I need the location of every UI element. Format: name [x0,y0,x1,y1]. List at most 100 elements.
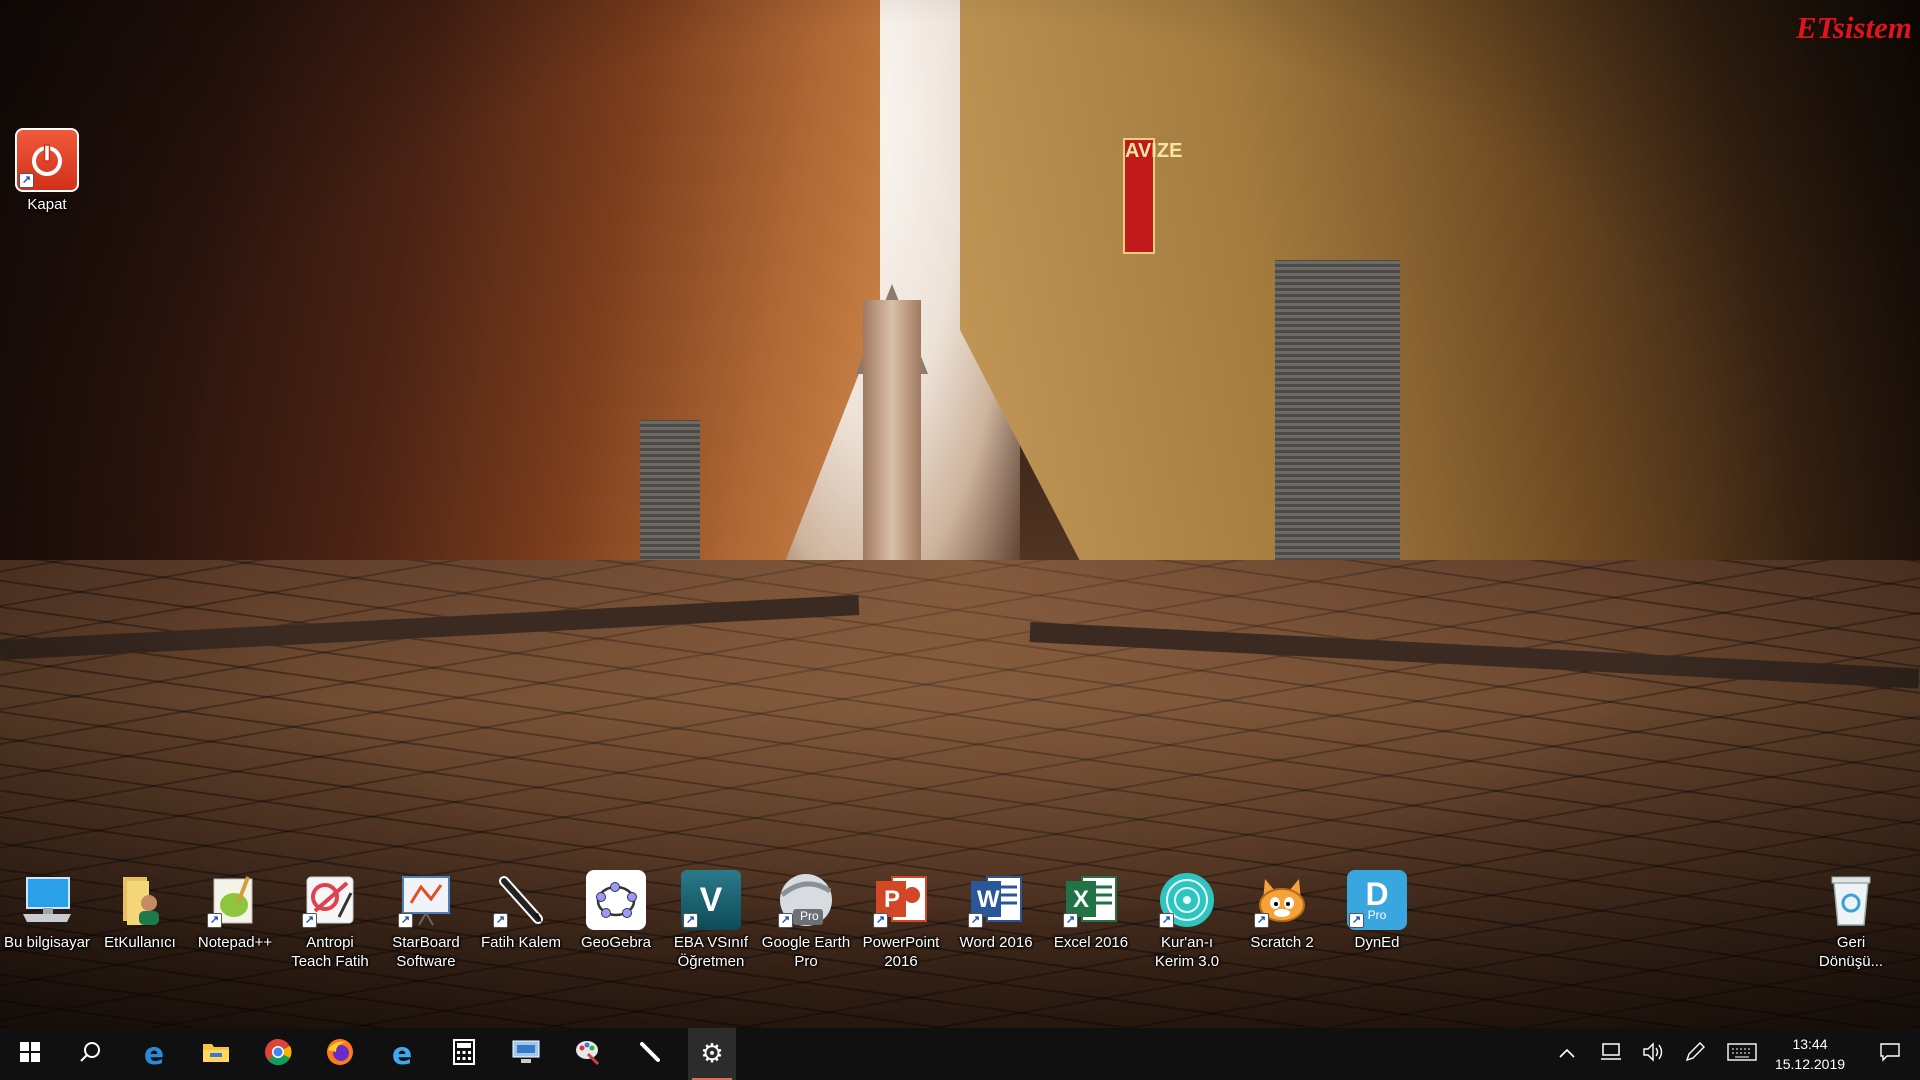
windows-logo-icon [20,1041,40,1067]
network-tray-button[interactable] [1594,1028,1628,1080]
desktop-icon-label: Excel 2016 [1053,934,1129,951]
desktop-icon-scratch[interactable]: ↗ Scratch 2 [1237,870,1327,952]
firefox-button[interactable] [316,1028,364,1080]
desktop-icon-etkullanici[interactable]: EtKullanıcı [95,870,185,952]
calculator-button[interactable] [440,1028,488,1080]
shortcut-arrow-icon: ↗ [873,913,888,928]
starboard-icon: ↗ [396,870,456,930]
remote-desktop-icon [511,1039,541,1070]
shortcut-arrow-icon: ↗ [207,913,222,928]
desktop-icon-bu-bilgisayar[interactable]: Bu bilgisayar [2,870,92,952]
desktop-icon-label: DynEd [1354,934,1400,951]
excel-icon: X ↗ [1061,870,1121,930]
network-icon [1600,1042,1622,1066]
scratch-cat-icon: ↗ [1252,870,1312,930]
shortcut-arrow-icon: ↗ [302,913,317,928]
wallpaper-galata-tower [863,300,921,570]
shortcut-arrow-icon: ↗ [493,913,508,928]
google-earth-pro-icon: Pro ↗ [776,870,836,930]
desktop-icon-dyned[interactable]: D Pro ↗ DynEd [1332,870,1422,952]
desktop-icon-starboard[interactable]: ↗ StarBoard Software [381,870,471,971]
remote-desktop-button[interactable] [502,1028,550,1080]
touch-keyboard-tray-button[interactable] [1722,1028,1762,1080]
settings-button[interactable]: ⚙ [688,1028,736,1080]
notification-icon [1879,1042,1901,1067]
calculator-icon [453,1038,475,1070]
paint-icon [574,1038,602,1071]
pen-button[interactable] [626,1028,674,1080]
shortcut-arrow-icon: ↗ [968,913,983,928]
desktop-icon-kuran[interactable]: ↗ Kur'an-ı Kerim 3.0 [1142,870,1232,971]
show-hidden-icons[interactable] [1552,1028,1582,1080]
desktop-icon-label: GeoGebra [580,934,652,951]
dyned-pro-icon: D Pro ↗ [1347,870,1407,930]
eba-vsinif-icon: V ↗ [681,870,741,930]
volume-tray-button[interactable] [1636,1028,1670,1080]
desktop-icon-label: Kapat [27,196,67,213]
desktop-icon-label: Geri Dönüşü... [1818,934,1884,970]
desktop-icon-powerpoint[interactable]: P ↗ PowerPoint 2016 [856,870,946,971]
word-icon: W ↗ [966,870,1026,930]
desktop-icon-geogebra[interactable]: GeoGebra [571,870,661,952]
shortcut-arrow-icon: ↗ [1063,913,1078,928]
shortcut-arrow-icon: ↗ [1254,913,1269,928]
ie-button[interactable]: e [378,1028,426,1080]
geogebra-icon [586,870,646,930]
speaker-icon [1642,1041,1664,1067]
start-button[interactable] [6,1028,54,1080]
brand-watermark: ETsistem [1796,10,1912,45]
shortcut-arrow-icon: ↗ [1349,913,1364,928]
desktop-icon-label: EBA VSınıf Öğretmen [673,934,749,970]
desktop-icon-word[interactable]: W ↗ Word 2016 [951,870,1041,952]
desktop-icon-label: Scratch 2 [1250,934,1314,951]
desktop-icon-label: StarBoard Software [392,934,460,970]
pen-icon [638,1040,662,1069]
pen-workspace-tray-button[interactable] [1678,1028,1712,1080]
desktop-icon-notepadpp[interactable]: ↗ Notepad++ [190,870,280,952]
desktop-icon-label: Kur'an-ı Kerim 3.0 [1154,934,1220,970]
search-icon [79,1041,101,1068]
folder-icon [202,1040,230,1069]
action-center-button[interactable] [1866,1028,1914,1080]
desktop-icon-label: EtKullanıcı [104,934,176,951]
powerpoint-icon: P ↗ [871,870,931,930]
clock-date: 15.12.2019 [1774,1056,1846,1072]
paint-button[interactable] [564,1028,612,1080]
taskbar: e e ⚙ 13:44 15.12.2019 [0,1028,1920,1080]
keyboard-icon [1727,1042,1757,1066]
desktop-icon-antropi[interactable]: ↗ Antropi Teach Fatih [285,870,375,971]
desktop-icon-label: PowerPoint 2016 [862,934,940,970]
gear-icon: ⚙ [700,1039,724,1069]
clock-time: 13:44 [1792,1036,1828,1052]
desktop-icon-fatih-kalem[interactable]: ↗ Fatih Kalem [476,870,566,952]
kuran-kerim-icon: ↗ [1157,870,1217,930]
desktop-icon-excel[interactable]: X ↗ Excel 2016 [1046,870,1136,952]
pen-icon: ↗ [491,870,551,930]
chevron-up-icon [1559,1045,1575,1063]
search-button[interactable] [66,1028,114,1080]
shortcut-arrow-icon: ↗ [778,913,793,928]
desktop-icon-label: Word 2016 [959,934,1033,951]
shortcut-arrow-icon: ↗ [1159,913,1174,928]
computer-icon [17,870,77,930]
desktop-icon-recycle-bin[interactable]: Geri Dönüşü... [1806,870,1896,971]
edge-button[interactable]: e [130,1028,178,1080]
edge-icon: e [143,1036,165,1072]
power-icon: ↗ [15,128,79,192]
wallpaper-shutter [640,420,700,580]
notepad-plus-plus-icon: ↗ [205,870,265,930]
desktop-icon-label: Google Earth Pro [761,934,851,970]
chrome-button[interactable] [254,1028,302,1080]
desktop-icon-label: Antropi Teach Fatih [291,934,369,970]
shortcut-arrow-icon: ↗ [683,913,698,928]
desktop-icon-label: Bu bilgisayar [4,934,90,951]
desktop-icon-google-earth[interactable]: Pro ↗ Google Earth Pro [761,870,851,971]
file-explorer-button[interactable] [192,1028,240,1080]
desktop-icon-kapat[interactable]: ↗ Kapat [2,128,92,214]
desktop-icon-eba[interactable]: V ↗ EBA VSınıf Öğretmen [666,870,756,971]
taskbar-clock[interactable]: 13:44 15.12.2019 [1760,1034,1860,1074]
firefox-icon [326,1038,354,1071]
internet-explorer-icon: e [391,1036,413,1072]
shortcut-arrow-icon: ↗ [19,173,34,188]
pen-workspace-icon [1684,1041,1706,1068]
